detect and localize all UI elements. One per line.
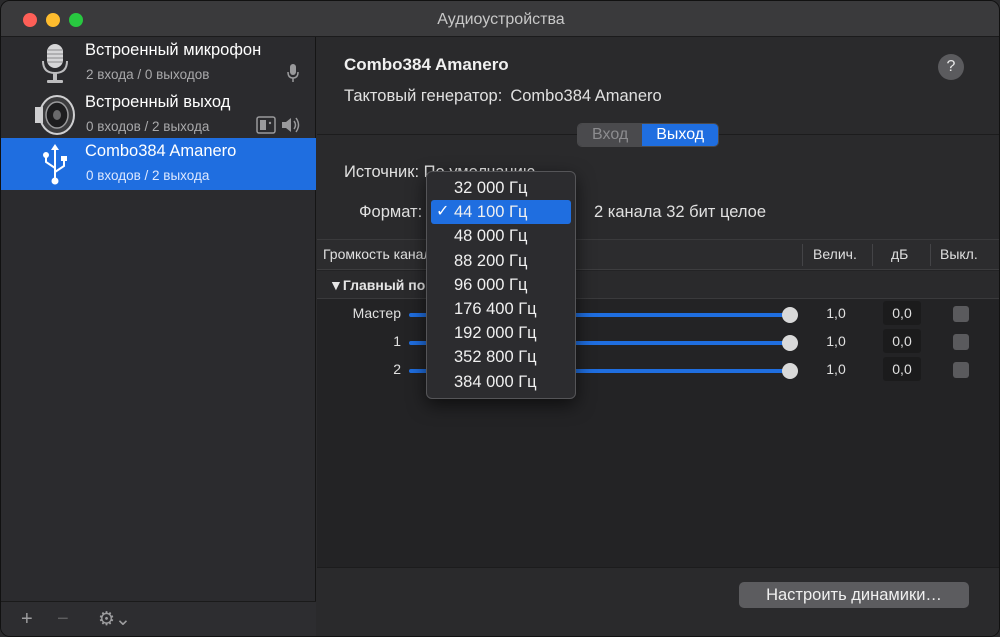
remove-device-button[interactable]: − <box>57 608 69 631</box>
device-details: Combo384 Amanero ? Тактовый генератор: Co… <box>317 37 999 636</box>
configure-speakers-button[interactable]: Настроить динамики… <box>739 582 969 608</box>
tab-input[interactable]: Вход <box>578 124 643 146</box>
menu-item-sample-rate[interactable]: 176 400 Гц <box>427 297 575 321</box>
column-header-mute: Выкл. <box>940 246 978 262</box>
window-title: Аудиоустройства <box>437 11 565 28</box>
tab-output[interactable]: Выход <box>642 124 719 146</box>
input-output-segmented-control: Вход Выход <box>577 123 720 147</box>
menu-item-sample-rate[interactable]: 192 000 Гц <box>427 321 575 345</box>
device-name: Встроенный выход <box>85 93 231 111</box>
mute-checkbox[interactable] <box>953 306 969 322</box>
group-row-main-stream[interactable]: ▼Главный по <box>317 271 999 299</box>
channel-label: 1 <box>393 333 401 349</box>
menu-item-sample-rate[interactable]: 384 000 Гц <box>427 370 575 394</box>
device-list: Встроенный микрофон 2 входа / 0 выходов … <box>1 37 316 636</box>
channel-value: 1,0 <box>826 361 846 377</box>
volume-table: Громкость канала Велич. дБ Выкл. ▼Главны… <box>317 239 999 599</box>
input-microphone-icon <box>287 64 299 82</box>
bottom-bar: Настроить динамики… <box>317 567 999 636</box>
column-header-volume: Громкость канала <box>323 246 440 262</box>
menu-item-sample-rate[interactable]: 96 000 Гц <box>427 273 575 297</box>
format-description: 2 канала 32 бит целое <box>594 203 767 221</box>
finder-icon <box>256 116 276 134</box>
device-title: Combo384 Amanero <box>344 55 509 74</box>
sidebar-footer: + − ⚙⌄ <box>1 601 316 636</box>
channel-value: 1,0 <box>826 333 846 349</box>
channel-label: Мастер <box>352 305 401 321</box>
column-divider <box>872 244 873 266</box>
device-name: Combo384 Amanero <box>85 142 237 160</box>
microphone-icon <box>42 44 68 83</box>
checkmark-icon: ✓ <box>436 203 450 221</box>
channel-db-field[interactable]: 0,0 <box>883 357 921 381</box>
channel-db-field[interactable]: 0,0 <box>883 329 921 353</box>
menu-item-sample-rate[interactable]: 32 000 Гц <box>427 176 575 200</box>
device-item-builtin-output[interactable]: Встроенный выход 0 входов / 2 выхода <box>1 89 316 141</box>
table-header: Громкость канала Велич. дБ Выкл. <box>317 240 999 270</box>
volume-slider-knob[interactable] <box>782 363 798 379</box>
column-divider <box>930 244 931 266</box>
channel-db-field[interactable]: 0,0 <box>883 301 921 325</box>
column-divider <box>802 244 803 266</box>
menu-item-label: 44 100 Гц <box>454 203 528 222</box>
device-io-summary: 2 входа / 0 выходов <box>86 67 210 82</box>
help-button[interactable]: ? <box>938 54 964 80</box>
clock-source-label: Тактовый генератор: <box>344 87 503 105</box>
speaker-icon <box>35 95 75 135</box>
usb-icon <box>43 144 67 185</box>
device-item-combo384-amanero[interactable]: Combo384 Amanero 0 входов / 2 выхода <box>1 138 316 190</box>
column-header-db: дБ <box>891 246 909 262</box>
add-device-button[interactable]: + <box>21 608 33 631</box>
device-item-builtin-microphone[interactable]: Встроенный микрофон 2 входа / 0 выходов <box>1 37 316 89</box>
menu-item-sample-rate[interactable]: 88 200 Гц <box>427 249 575 273</box>
clock-source: Тактовый генератор: Combo384 Amanero <box>344 87 662 106</box>
gear-icon[interactable]: ⚙⌄ <box>98 608 131 631</box>
mute-checkbox[interactable] <box>953 334 969 350</box>
volume-slider-knob[interactable] <box>782 335 798 351</box>
title-bar: Аудиоустройства <box>1 1 999 37</box>
menu-item-sample-rate-selected[interactable]: ✓ 44 100 Гц <box>431 200 571 225</box>
format-label: Формат: <box>359 203 423 221</box>
channel-row-1: 1 1,0 0,0 <box>317 328 999 356</box>
device-name: Встроенный микрофон <box>85 41 262 59</box>
channel-value: 1,0 <box>826 305 846 321</box>
volume-slider-knob[interactable] <box>782 307 798 323</box>
channel-row-2: 2 1,0 0,0 <box>317 356 999 384</box>
menu-item-sample-rate[interactable]: 352 800 Гц <box>427 345 575 369</box>
device-io-summary: 0 входов / 2 выхода <box>86 119 210 134</box>
device-io-summary: 0 входов / 2 выхода <box>86 168 210 183</box>
mute-checkbox[interactable] <box>953 362 969 378</box>
group-label: ▼Главный по <box>329 277 426 293</box>
channel-row-master: Мастер 1,0 0,0 <box>317 300 999 328</box>
menu-item-sample-rate[interactable]: 48 000 Гц <box>427 224 575 248</box>
output-speaker-icon <box>282 117 300 133</box>
sample-rate-dropdown-menu: 32 000 Гц ✓ 44 100 Гц 48 000 Гц 88 200 Гц… <box>426 171 576 399</box>
audio-devices-window: Аудиоустройства Встроенный микрофон 2 вх… <box>0 0 1000 637</box>
column-header-value: Велич. <box>813 246 857 262</box>
channel-label: 2 <box>393 361 401 377</box>
clock-source-value[interactable]: Combo384 Amanero <box>510 87 661 105</box>
